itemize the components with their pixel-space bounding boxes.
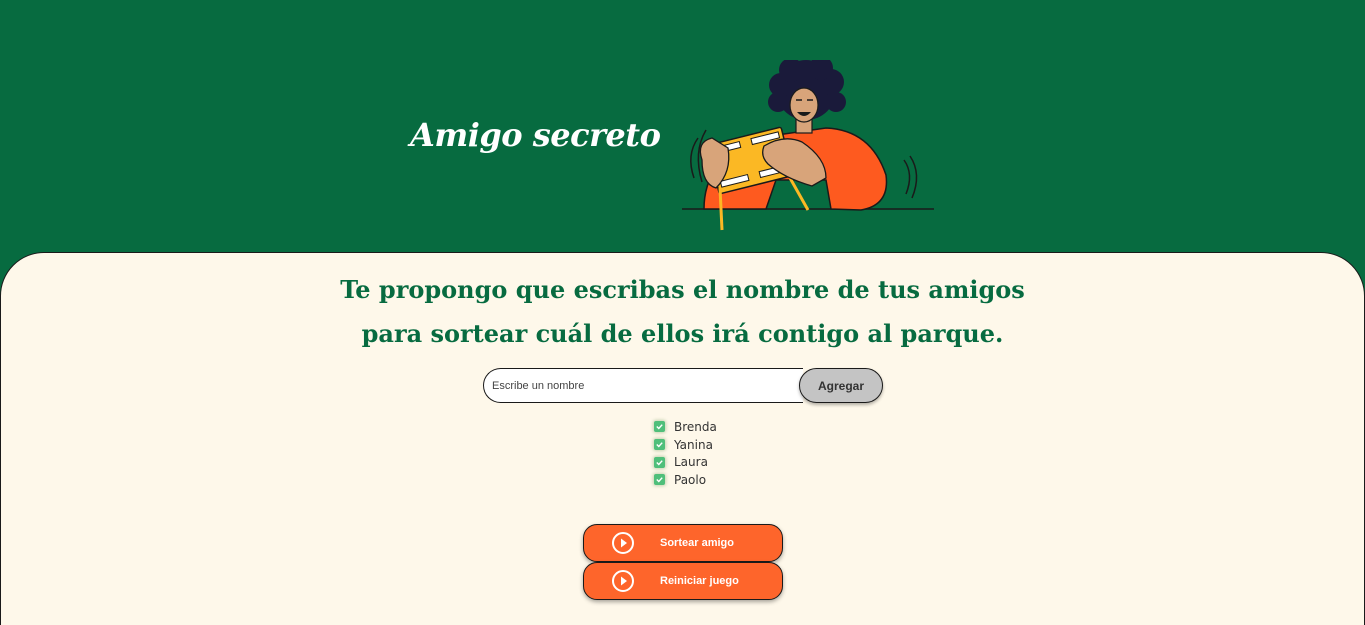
list-item: Yanina — [654, 436, 717, 454]
friend-name: Paolo — [674, 472, 707, 487]
instructions-line-1: Te propongo que escribas el nombre de tu… — [340, 275, 1025, 304]
instructions-line-2: para sortear cuál de ellos irá contigo a… — [361, 319, 1004, 348]
page-title: Amigo secreto — [410, 116, 661, 154]
header: Amigo secreto — [0, 0, 1365, 260]
play-icon — [612, 570, 634, 592]
checkmark-icon — [654, 421, 665, 433]
instructions-heading: Te propongo que escribas el nombre de tu… — [0, 268, 1365, 356]
friend-name: Yanina — [674, 437, 713, 452]
reset-game-label: Reiniciar juego — [660, 575, 739, 587]
list-item: Paolo — [654, 471, 717, 489]
list-item: Brenda — [654, 418, 717, 436]
name-input[interactable] — [483, 368, 803, 403]
list-item: Laura — [654, 453, 717, 471]
friend-name: Laura — [674, 455, 708, 470]
draw-friend-button[interactable]: Sortear amigo — [583, 524, 783, 562]
friend-list: Brenda Yanina Laura Paolo — [654, 418, 717, 489]
checkmark-icon — [654, 456, 665, 468]
checkmark-icon — [654, 439, 665, 451]
play-icon — [612, 532, 634, 554]
checkmark-icon — [654, 474, 665, 486]
reset-game-button[interactable]: Reiniciar juego — [583, 562, 783, 600]
person-with-gift-illustration — [682, 60, 934, 231]
add-friend-form: Agregar — [483, 368, 883, 403]
add-button[interactable]: Agregar — [799, 368, 883, 403]
draw-friend-label: Sortear amigo — [660, 537, 734, 549]
friend-name: Brenda — [674, 419, 717, 434]
